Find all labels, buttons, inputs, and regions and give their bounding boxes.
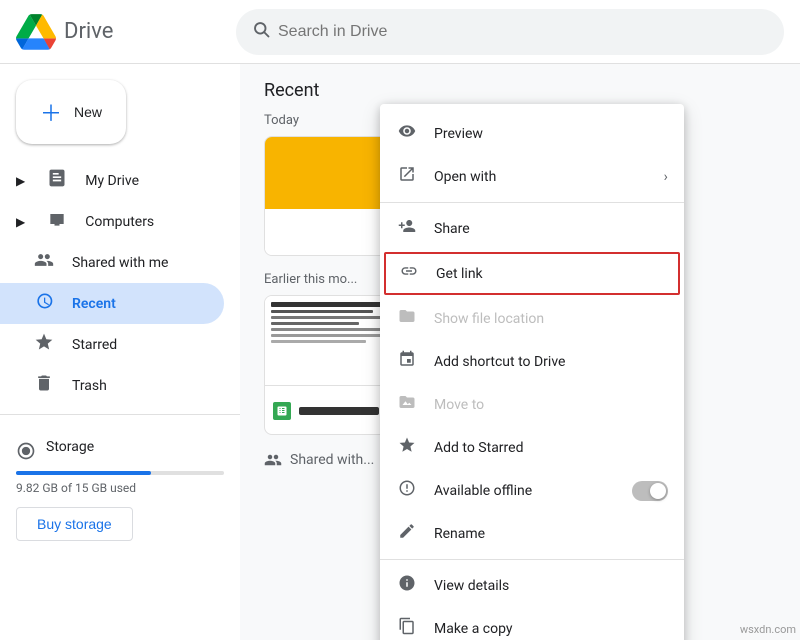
menu-item-label: Get link — [436, 266, 483, 282]
menu-item-make-copy[interactable]: Make a copy — [380, 607, 684, 640]
search-icon — [252, 20, 270, 43]
header: Drive — [0, 0, 800, 64]
link-icon — [398, 262, 420, 285]
copy-icon — [396, 617, 418, 640]
sidebar: ＋ New ▶ My Drive ▶ Computers Shared with… — [0, 64, 240, 640]
preview-icon — [396, 122, 418, 145]
menu-item-rename[interactable]: Rename — [380, 512, 684, 555]
logo-area: Drive — [16, 12, 236, 52]
app-name: Drive — [64, 19, 113, 44]
open-with-icon — [396, 165, 418, 188]
menu-item-label: Make a copy — [434, 621, 513, 637]
sidebar-item-computers[interactable]: ▶ Computers — [0, 201, 224, 242]
menu-divider-2 — [380, 559, 684, 560]
offline-icon — [396, 479, 418, 502]
toggle-knob — [650, 483, 666, 499]
menu-item-add-shortcut[interactable]: Add shortcut to Drive — [380, 340, 684, 383]
storage-icon — [16, 441, 36, 461]
menu-item-label: Available offline — [434, 483, 532, 499]
menu-item-preview[interactable]: Preview — [380, 112, 684, 155]
new-button-label: New — [74, 104, 102, 120]
offline-toggle[interactable] — [632, 481, 668, 501]
drive-logo-icon — [16, 12, 56, 52]
context-menu: Preview Open with › Share — [380, 104, 684, 640]
menu-item-get-link[interactable]: Get link — [384, 252, 680, 295]
new-plus-icon: ＋ — [40, 96, 62, 128]
chevron-icon: ▶ — [16, 215, 25, 229]
my-drive-icon — [45, 168, 69, 193]
sidebar-item-trash[interactable]: Trash — [0, 365, 224, 406]
sidebar-item-label: Shared with me — [72, 255, 168, 271]
search-input[interactable] — [278, 23, 768, 41]
shared-with-icon — [264, 451, 282, 469]
body: ＋ New ▶ My Drive ▶ Computers Shared with… — [0, 64, 800, 640]
menu-item-label: Share — [434, 221, 470, 237]
shared-icon — [32, 250, 56, 275]
sidebar-item-recent[interactable]: Recent — [0, 283, 224, 324]
menu-item-label: Add to Starred — [434, 440, 523, 456]
watermark: wsxdn.com — [740, 623, 796, 636]
sidebar-item-label: Computers — [85, 214, 154, 230]
menu-item-add-starred[interactable]: Add to Starred — [380, 426, 684, 469]
chevron-icon: ▶ — [16, 174, 25, 188]
menu-item-label: Move to — [434, 397, 484, 413]
storage-bar-background — [16, 471, 224, 475]
rename-icon — [396, 522, 418, 545]
menu-item-show-file-location: Show file location — [380, 297, 684, 340]
storage-section: Storage 9.82 GB of 15 GB used Buy storag… — [0, 423, 240, 557]
new-button[interactable]: ＋ New — [16, 80, 126, 144]
recent-icon — [32, 291, 56, 316]
shared-with-label: Shared with... — [290, 452, 374, 468]
menu-item-label: Open with — [434, 169, 496, 185]
storage-used-text: 9.82 GB of 15 GB used — [16, 481, 224, 495]
sidebar-item-label: Recent — [72, 296, 116, 312]
sidebar-item-label: My Drive — [85, 173, 139, 189]
computers-icon — [45, 209, 69, 234]
menu-divider — [380, 202, 684, 203]
menu-item-view-details[interactable]: View details — [380, 564, 684, 607]
info-icon — [396, 574, 418, 597]
sidebar-item-label: Starred — [72, 337, 117, 353]
star-icon — [396, 436, 418, 459]
main-content: Recent Today Earlier this mo... — [240, 64, 800, 640]
menu-item-available-offline[interactable]: Available offline — [380, 469, 684, 512]
buy-storage-button[interactable]: Buy storage — [16, 507, 133, 541]
menu-item-label: Rename — [434, 526, 485, 542]
menu-item-label: View details — [434, 578, 509, 594]
move-icon — [396, 393, 418, 416]
menu-item-share[interactable]: Share — [380, 207, 684, 250]
menu-item-open-with[interactable]: Open with › — [380, 155, 684, 198]
section-title: Recent — [264, 80, 776, 101]
menu-item-label: Add shortcut to Drive — [434, 354, 565, 370]
menu-item-move-to: Move to — [380, 383, 684, 426]
sidebar-divider — [0, 414, 240, 415]
storage-label: Storage — [46, 439, 94, 455]
chevron-right-icon: › — [664, 169, 668, 185]
google-sheets-icon — [273, 402, 291, 420]
sidebar-item-starred[interactable]: Starred — [0, 324, 224, 365]
sidebar-item-my-drive[interactable]: ▶ My Drive — [0, 160, 224, 201]
share-icon — [396, 217, 418, 240]
menu-item-label: Show file location — [434, 311, 544, 327]
add-shortcut-icon — [396, 350, 418, 373]
menu-item-label: Preview — [434, 126, 483, 142]
folder-icon — [396, 307, 418, 330]
sidebar-item-shared[interactable]: Shared with me — [0, 242, 224, 283]
storage-bar-fill — [16, 471, 151, 475]
search-bar[interactable] — [236, 9, 784, 55]
sidebar-item-label: Trash — [72, 378, 107, 394]
starred-icon — [32, 332, 56, 357]
trash-icon — [32, 373, 56, 398]
